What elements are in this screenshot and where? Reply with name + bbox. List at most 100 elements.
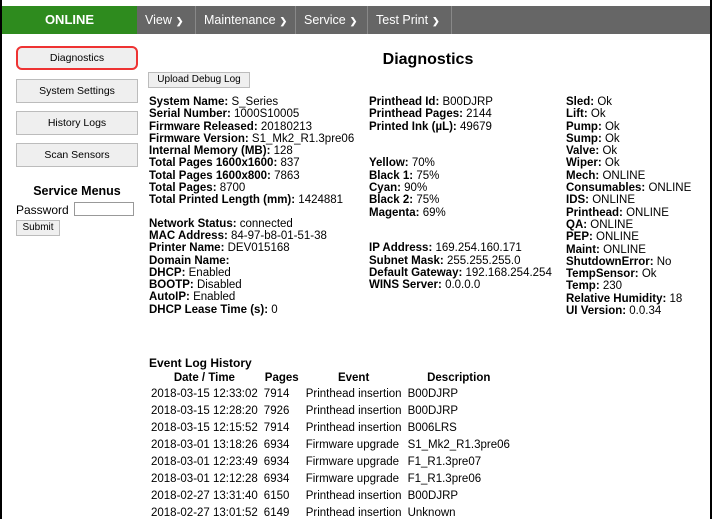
password-input[interactable] [74,202,134,216]
info-value: 75% [416,194,440,207]
info-label: Subnet Mask: [369,254,444,267]
info-value: 2144 [466,108,492,121]
table-cell: 2018-03-15 12:33:02 [151,387,258,400]
info-label: BOOTP: [149,279,194,292]
info-row: Maint: ONLINE [566,244,691,256]
table-cell: 7914 [263,421,290,434]
table-row: 2018-03-01 12:23:49 6934 Firmware upgrade F… [148,453,513,470]
info-row: Sump: Ok [566,133,691,145]
submit-button[interactable]: Submit [16,220,60,236]
info-row: Default Gateway: 192.168.254.254 [369,267,552,279]
info-label: ShutdownError: [566,255,654,268]
info-row: Consumables: ONLINE [566,182,691,194]
info-label: Total Pages 1600x1600: [149,157,278,170]
info-row: Pump: Ok [566,121,691,133]
info-label: Black 2: [369,194,414,207]
info-label: Magenta: [369,206,420,219]
info-row: TempSensor: Ok [566,268,691,280]
table-cell: S1_Mk2_R1.3pre06 [407,438,510,451]
info-value: 69% [422,206,446,219]
menu-view[interactable]: View ❯ [137,6,196,34]
info-value: 70% [411,157,435,170]
menu-maintenance-label: Maintenance [204,13,276,27]
upload-debug-log-button[interactable]: Upload Debug Log [148,72,250,88]
page-title: Diagnostics [382,51,474,68]
info-value: Ok [641,268,657,281]
top-nav-bar: ONLINE View ❯ Maintenance ❯ Service ❯ Test … [2,6,710,34]
menu-view-label: View [145,13,172,27]
chevron-down-icon: ❯ [175,16,184,26]
info-value: No [656,255,672,268]
table-cell: F1_R1.3pre06 [407,472,482,485]
service-menus-title: Service Menus [33,184,121,198]
table-cell: B00DJRP [407,489,459,502]
info-value: 169.254.160.171 [435,242,522,255]
info-value: Ok [590,108,606,121]
info-label: Domain Name: [149,254,230,267]
event-log-title: Event Log History [149,356,252,370]
table-cell: B00DJRP [407,387,459,400]
info-row: WINS Server: 0.0.0.0 [369,279,552,291]
info-value: S1_Mk2_R1.3pre06 [251,132,355,145]
info-value: 230 [602,280,623,293]
printhead-info-column: Printhead Id: B00DJRP Printhead Pages: 2… [369,96,552,291]
info-row: Black 1: 75% [369,170,552,182]
info-value: Ok [604,157,620,170]
info-value: Ok [604,132,620,145]
info-label: Lift: [566,108,588,121]
sidebar-button-history-logs[interactable]: History Logs [16,111,138,135]
sidebar-button-diagnostics[interactable]: Diagnostics [16,46,138,70]
menu-service[interactable]: Service ❯ [296,6,368,34]
table-cell: Firmware upgrade [305,455,400,468]
table-cell: B006LRS [407,421,457,434]
event-log-table: Date / Time Pages Event Description 2018… [148,370,513,521]
info-label: UI Version: [566,305,627,318]
info-label: AutoIP: [149,291,190,304]
table-cell: 2018-03-15 12:15:52 [151,421,258,434]
info-label: MAC Address: [149,229,228,242]
info-label: DHCP Lease Time (s): [149,303,269,316]
info-label: Default Gateway: [369,266,463,279]
info-row: Internal Memory (MB): 128 [149,145,354,157]
table-cell: 6934 [263,455,290,468]
info-label: Network Status: [149,217,237,230]
info-value: 1000S10005 [234,108,300,121]
info-row: Printhead Pages: 2144 [369,108,552,120]
info-label: Mech: [566,169,600,182]
table-cell: 6150 [263,489,290,502]
info-value: S_Series [231,96,279,108]
info-row: Relative Humidity: 18 [566,293,691,305]
password-label: Password [16,203,69,217]
info-label: Total Pages 1600x800: [149,169,271,182]
sidebar-button-system-settings[interactable]: System Settings [16,79,138,103]
info-value: ONLINE [592,194,636,207]
info-row: Magenta: 69% [369,207,552,219]
column-header: Pages [264,371,299,384]
info-label: Internal Memory (MB): [149,145,271,158]
info-row: MAC Address: 84-97-b8-01-51-38 [149,230,354,242]
chevron-down-icon: ❯ [279,16,288,26]
table-cell: 2018-02-27 13:01:52 [151,506,258,519]
info-label: TempSensor: [566,268,639,281]
menu-maintenance[interactable]: Maintenance ❯ [196,6,296,34]
info-label: Firmware Version: [149,132,249,145]
info-value: Disabled [196,279,242,292]
info-value: ONLINE [648,182,692,195]
info-row: Serial Number: 1000S10005 [149,108,354,120]
info-value: 255.255.255.0 [446,254,521,267]
info-row: Firmware Released: 20180213 [149,121,354,133]
menu-test-print[interactable]: Test Print ❯ [368,6,452,34]
sidebar-button-scan-sensors[interactable]: Scan Sensors [16,143,138,167]
info-row: Printhead Id: B00DJRP [369,96,552,108]
table-cell: 6934 [263,472,290,485]
info-row: QA: ONLINE [566,219,691,231]
info-value: 90% [404,182,428,195]
info-value: connected [239,217,293,230]
info-row: Printhead: ONLINE [566,207,691,219]
info-value: B00DJRP [442,96,493,108]
info-value: Ok [604,120,620,133]
info-value: 20180213 [260,120,313,133]
info-row: Total Pages 1600x1600: 837 [149,157,354,169]
column-header: Event [337,371,370,384]
info-label: Printhead: [566,206,623,219]
